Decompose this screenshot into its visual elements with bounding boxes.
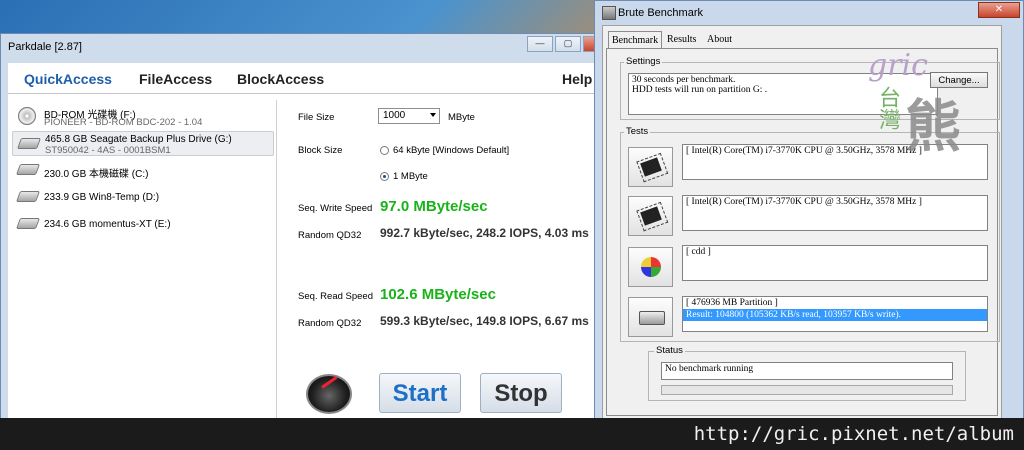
palette-icon xyxy=(641,257,661,277)
hard-drive-icon xyxy=(639,311,665,325)
tab-help[interactable]: Help xyxy=(562,71,592,87)
close-button[interactable]: ✕ xyxy=(978,2,1020,18)
graphics-test-result: [ cdd ] xyxy=(682,245,988,281)
hdd-test-button[interactable] xyxy=(628,297,673,337)
app-icon xyxy=(602,6,616,20)
block-1m-radio[interactable] xyxy=(380,172,389,181)
random-write-value: 992.7 kByte/sec, 248.2 IOPS, 4.03 ms xyxy=(380,226,589,240)
album-url: http://gric.pixnet.net/album xyxy=(693,423,1014,445)
file-size-value: 1000 xyxy=(383,110,406,121)
brute-title: Brute Benchmark xyxy=(618,7,703,19)
tab-fileaccess[interactable]: FileAccess xyxy=(139,71,212,87)
watermark-bear: 熊 xyxy=(905,95,961,160)
tab-blockaccess[interactable]: BlockAccess xyxy=(237,71,324,87)
tests-title: Tests xyxy=(624,126,651,137)
seq-write-value: 97.0 MByte/sec xyxy=(380,198,488,215)
drive-name: 234.6 GB momentus-XT (E:) xyxy=(44,219,171,230)
cpu-chip-icon xyxy=(640,157,662,177)
file-size-select[interactable]: 1000 xyxy=(378,108,440,124)
random-read-value: 599.3 kByte/sec, 149.8 IOPS, 6.67 ms xyxy=(380,314,589,328)
minimize-button[interactable]: — xyxy=(527,36,553,52)
cpu-test-button[interactable] xyxy=(628,147,673,187)
tab-quickaccess[interactable]: QuickAccess xyxy=(24,71,112,87)
stop-button[interactable]: Stop xyxy=(480,373,562,413)
file-size-unit: MByte xyxy=(448,112,475,123)
drive-model: ST950042 - 4AS - 0001BSM1 xyxy=(45,145,171,156)
drive-list: BD-ROM 光碟機 (F:) PIONEER - BD-ROM BDC-202… xyxy=(8,100,277,418)
drive-name: 230.0 GB 本機磁碟 (C:) xyxy=(44,169,149,180)
random-read-label: Random QD32 xyxy=(298,318,362,329)
drive-item-e[interactable]: 234.6 GB momentus-XT (E:) xyxy=(12,212,274,237)
settings-title: Settings xyxy=(624,56,663,67)
cpu-multi-test-button[interactable] xyxy=(628,196,673,236)
file-size-label: File Size xyxy=(298,112,335,123)
seq-read-label: Seq. Read Speed xyxy=(298,291,374,302)
watermark-taiwan: 台灣 xyxy=(876,86,901,130)
drive-item-bdrom[interactable]: BD-ROM 光碟機 (F:) PIONEER - BD-ROM BDC-202… xyxy=(12,104,274,129)
graphics-test-button[interactable] xyxy=(628,247,673,287)
maximize-button[interactable]: ▢ xyxy=(555,36,581,52)
seq-read-value: 102.6 MByte/sec xyxy=(380,286,496,303)
progress-bar xyxy=(661,385,953,395)
watermark-gric: gric xyxy=(868,48,928,83)
drive-name: 233.9 GB Win8-Temp (D:) xyxy=(44,192,160,203)
block-1m-label: 1 MByte xyxy=(393,171,428,182)
hard-drive-icon xyxy=(15,164,41,175)
cpu-chip-icon xyxy=(640,206,662,226)
block-64k-label: 64 kByte [Windows Default] xyxy=(393,145,510,156)
drive-item-seagate[interactable]: 465.8 GB Seagate Backup Plus Drive (G:) … xyxy=(12,131,274,156)
parkdale-tab-bar: QuickAccess FileAccess BlockAccess Help xyxy=(8,63,596,94)
start-button[interactable]: Start xyxy=(379,373,461,413)
parkdale-title: Parkdale [2.87] xyxy=(8,41,82,53)
cpu-multi-test-result: [ Intel(R) Core(TM) i7-3770K CPU @ 3.50G… xyxy=(682,195,988,231)
tab-results[interactable]: Results xyxy=(664,31,699,48)
hard-drive-icon xyxy=(16,138,42,149)
hdd-test-result: [ 476936 MB Partition ] Result: 104800 (… xyxy=(682,296,988,332)
status-text: No benchmark running xyxy=(661,362,953,380)
optical-drive-icon xyxy=(18,107,36,125)
block-64k-radio[interactable] xyxy=(380,146,389,155)
drive-model: PIONEER - BD-ROM BDC-202 - 1.04 xyxy=(44,117,203,128)
hard-drive-icon xyxy=(15,218,41,229)
status-title: Status xyxy=(654,345,685,356)
tab-about[interactable]: About xyxy=(704,31,735,48)
drive-name: 465.8 GB Seagate Backup Plus Drive (G:) xyxy=(45,134,232,145)
random-write-label: Random QD32 xyxy=(298,230,362,241)
hdd-partition-line: [ 476936 MB Partition ] xyxy=(686,298,778,308)
chevron-down-icon xyxy=(430,113,436,117)
hdd-result-line: Result: 104800 (105362 KB/s read, 103957… xyxy=(683,309,987,321)
seq-write-label: Seq. Write Speed xyxy=(298,203,373,214)
tab-benchmark[interactable]: Benchmark xyxy=(608,31,663,49)
drive-item-d[interactable]: 233.9 GB Win8-Temp (D:) xyxy=(12,185,274,210)
hard-drive-icon xyxy=(15,191,41,202)
block-size-label: Block Size xyxy=(298,145,343,156)
drive-item-c[interactable]: 230.0 GB 本機磁碟 (C:) xyxy=(12,158,274,183)
